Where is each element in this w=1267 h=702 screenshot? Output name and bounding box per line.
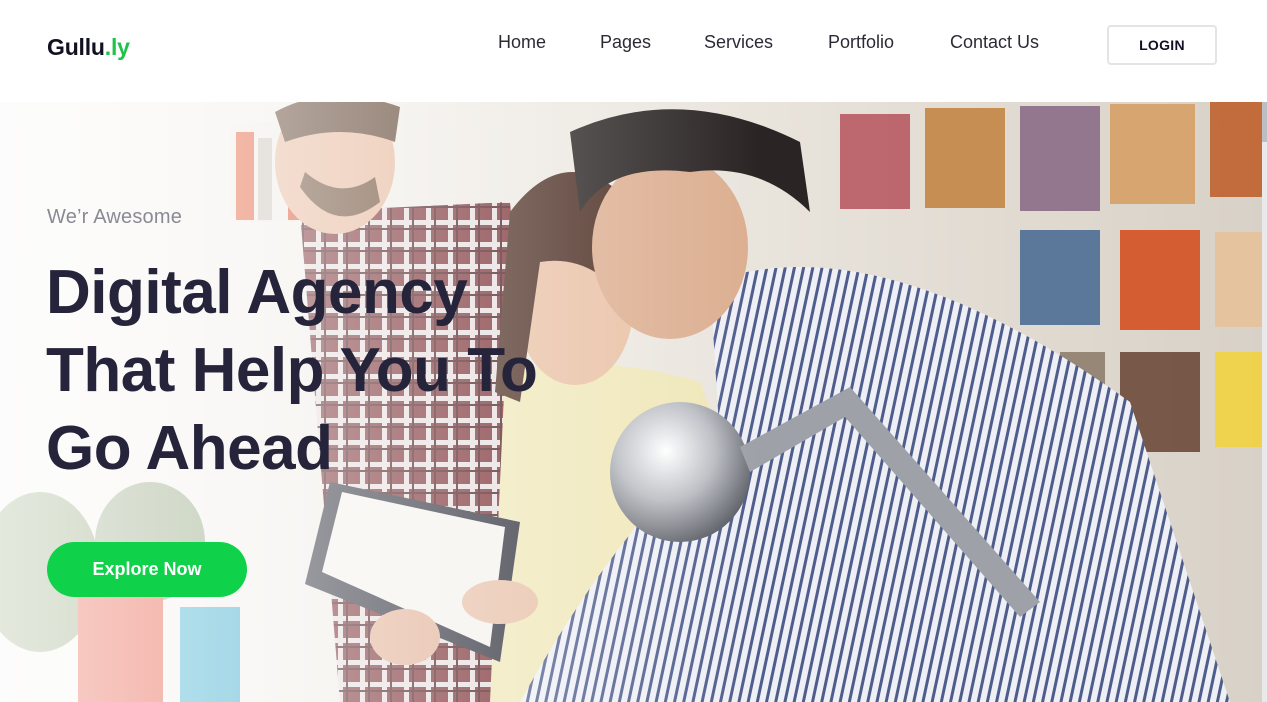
- nav-services[interactable]: Services: [704, 32, 773, 53]
- hero-headline: Digital Agency That Help You To Go Ahead: [46, 254, 686, 488]
- nav-portfolio[interactable]: Portfolio: [828, 32, 894, 53]
- nav-home[interactable]: Home: [498, 32, 546, 53]
- explore-now-button[interactable]: Explore Now: [47, 542, 247, 597]
- nav-pages[interactable]: Pages: [600, 32, 651, 53]
- hero-section: We’r Awesome Digital Agency That Help Yo…: [0, 102, 1262, 702]
- site-header: Gullu.ly Home Pages Services Portfolio C…: [0, 0, 1267, 102]
- hero-headline-line-3: Go Ahead: [46, 414, 333, 483]
- hero-headline-line-1: Digital Agency: [46, 258, 468, 327]
- hero-headline-line-2: That Help You To: [46, 336, 538, 405]
- login-button[interactable]: LOGIN: [1107, 25, 1217, 65]
- hero-tagline: We’r Awesome: [47, 206, 183, 228]
- main-nav: Home Pages Services Portfolio Contact Us: [0, 32, 1267, 58]
- scrollbar[interactable]: [1262, 102, 1267, 702]
- nav-contact-us[interactable]: Contact Us: [950, 32, 1039, 53]
- scrollbar-thumb[interactable]: [1262, 102, 1267, 142]
